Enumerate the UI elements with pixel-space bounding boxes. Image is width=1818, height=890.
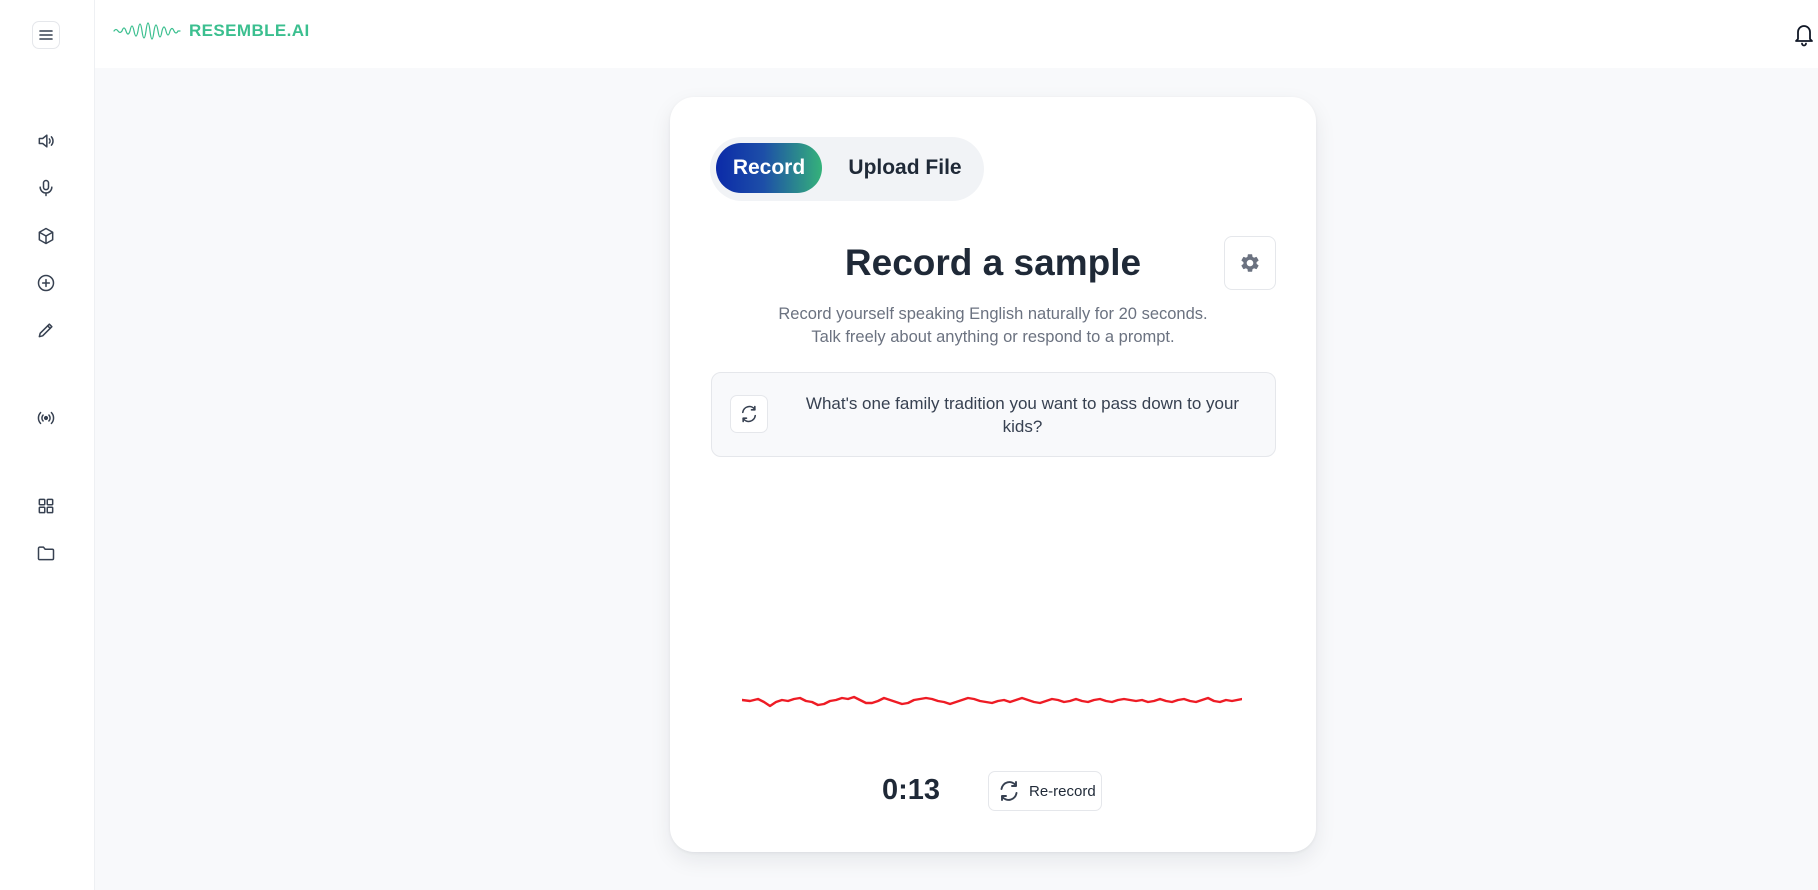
microphone-icon: [39, 179, 53, 197]
prompt-text: What's one family tradition you want to …: [805, 394, 1240, 436]
grid-icon: [38, 498, 54, 514]
tab-upload-file[interactable]: Upload File: [834, 143, 976, 193]
hamburger-icon: [39, 30, 53, 40]
instructions-line-1: Record yourself speaking English natural…: [778, 305, 1208, 323]
prompt-box: What's one family tradition you want to …: [711, 372, 1276, 457]
rerecord-button[interactable]: Re-record: [988, 771, 1102, 811]
brand-logo[interactable]: RESEMBLE.AI: [113, 14, 310, 48]
waveform-logo-icon: [113, 22, 181, 40]
brand-name: RESEMBLE.AI: [189, 21, 310, 40]
sidebar-item-live[interactable]: [34, 406, 58, 430]
top-bar: RESEMBLE.AI: [95, 0, 1818, 68]
speaker-icon: [38, 134, 54, 148]
notifications-button[interactable]: [1790, 19, 1818, 49]
pencil-icon: [38, 323, 53, 338]
plus-circle-icon: [37, 274, 55, 292]
instructions: Record yourself speaking English natural…: [670, 303, 1316, 349]
sidebar-item-projects[interactable]: [34, 224, 58, 248]
tab-record[interactable]: Record: [716, 143, 822, 193]
folder-icon: [37, 546, 55, 561]
bell-icon: [1795, 25, 1813, 47]
mode-tabs: Record Upload File: [710, 137, 984, 201]
menu-toggle-button[interactable]: [32, 21, 60, 49]
broadcast-icon: [37, 411, 55, 425]
sidebar-item-speech[interactable]: [34, 129, 58, 153]
sidebar-item-voices[interactable]: [34, 176, 58, 200]
rerecord-label: Re-record: [1029, 782, 1096, 800]
sidebar-item-dashboard[interactable]: [34, 494, 58, 518]
cube-icon: [38, 227, 54, 245]
recording-waveform: [742, 695, 1242, 708]
sidebar-item-edit[interactable]: [34, 318, 58, 342]
refresh-icon: [1000, 781, 1018, 801]
settings-button[interactable]: [1224, 236, 1276, 290]
record-card: Record Upload File Record a sample Recor…: [670, 97, 1316, 852]
sidebar-item-create[interactable]: [34, 271, 58, 295]
instructions-line-2: Talk freely about anything or respond to…: [811, 328, 1175, 346]
refresh-icon: [741, 405, 757, 423]
page-title: Record a sample: [844, 242, 1142, 283]
recording-timer: 0:13: [882, 774, 941, 806]
sidebar: [0, 0, 95, 890]
new-prompt-button[interactable]: [730, 395, 768, 433]
gear-icon: [1241, 254, 1259, 272]
sidebar-item-files[interactable]: [34, 541, 58, 565]
